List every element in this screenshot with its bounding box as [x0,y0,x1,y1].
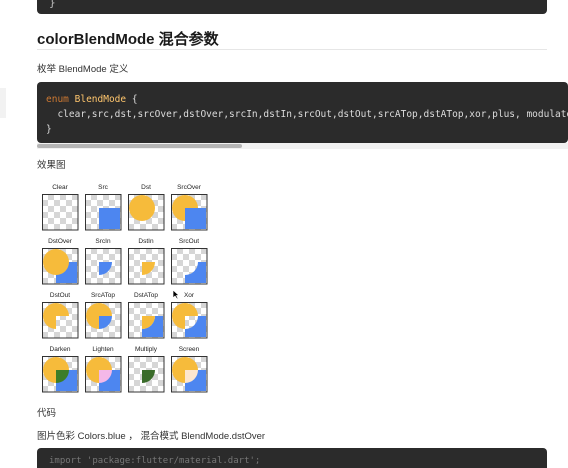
enum-code: enum BlendMode { clear,src,dst,srcOver,d… [46,92,568,137]
blend-preview-srcover [171,194,208,231]
blend-label: SrcOut [178,238,200,245]
blend-preview-dstatop [128,302,165,339]
left-gutter [0,88,6,118]
code-bottom-text: import 'package:flutter/material.dart'; [49,456,261,466]
section-title: colorBlendMode 混合参数 [37,31,219,48]
code-block-top: } [37,0,547,14]
blend-preview-srcin [85,248,122,285]
blend-preview-dst [128,194,165,231]
blend-label: SrcATop [90,292,116,299]
enum-caption: 枚举 BlendMode 定义 [37,64,129,75]
color-mode-line: 图片色彩 Colors.blue ， 混合模式 BlendMode.dstOve… [37,431,266,442]
blend-preview-srcout [171,248,208,285]
effect-caption: 效果图 [37,160,66,171]
blend-label: Dst [141,184,151,191]
blend-label: SrcOver [177,184,201,191]
blend-preview-xor [171,302,208,339]
code-scrollbar-thumb[interactable] [37,144,242,148]
blend-label: DstATop [133,292,159,299]
blend-label: DstIn [138,238,154,245]
blend-label: Screen [178,346,200,353]
blend-preview-dstin [128,248,165,285]
blend-label: SrcIn [95,238,111,245]
blend-label: Darken [49,346,71,353]
code-caption: 代码 [37,408,57,419]
code-block-bottom: import 'package:flutter/material.dart'; [37,448,547,468]
mouse-cursor-icon [172,289,180,300]
blend-preview-darken [42,356,79,393]
blend-preview-lighten [85,356,122,393]
blend-label: Multiply [134,346,158,353]
blend-preview-dstout [42,302,79,339]
enum-code-block[interactable]: enum BlendMode { clear,src,dst,srcOver,d… [37,82,568,143]
blend-preview-dstover [42,248,79,285]
blend-preview-clear [42,194,79,231]
blend-label: DstOut [49,292,71,299]
blend-preview-src [85,194,122,231]
blend-label: DstOver [48,238,72,245]
blend-label: Lighten [92,346,114,353]
enum-values: clear,src,dst,srcOver,dstOver,srcIn,dstI… [57,109,568,120]
blend-label: Src [98,184,108,191]
title-divider [37,49,547,50]
blend-preview-multiply [128,356,165,393]
code-top-text: } [49,0,56,9]
blend-mode-grid: Clear Src Dst SrcOver DstOver SrcIn DstIn SrcOu… [40,184,210,394]
blend-preview-srcatop [85,302,122,339]
blend-preview-screen [171,356,208,393]
blend-label: Clear [52,184,68,191]
